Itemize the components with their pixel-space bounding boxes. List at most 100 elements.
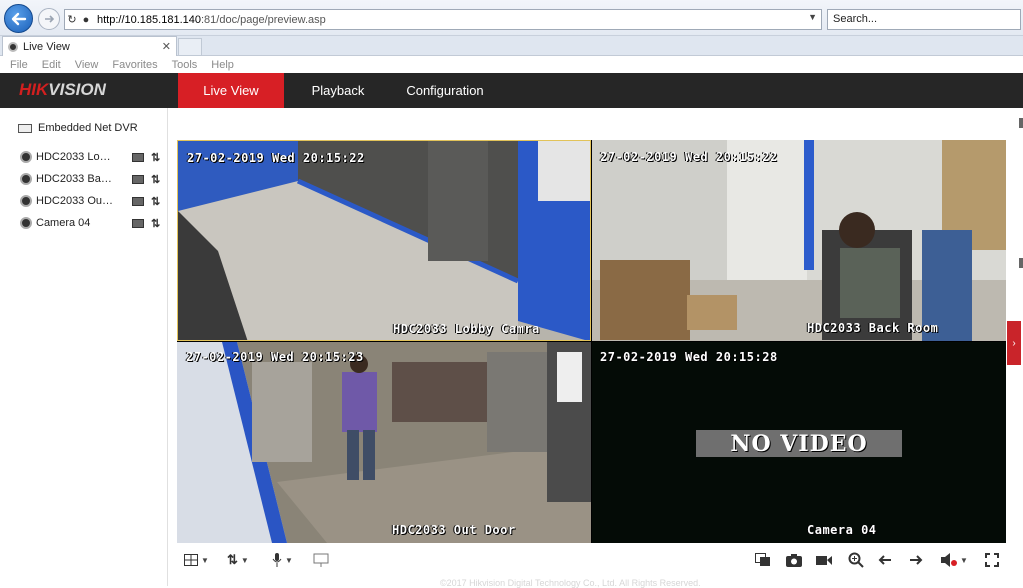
osd-timestamp: 27-02-2019 Wed 20:15:22: [187, 151, 365, 165]
video-tile-1[interactable]: 27-02-2019 Wed 20:15:22 HDC2033 Lobby Ca…: [177, 140, 591, 341]
camera-label: HDC2033 Lobby Camera: [36, 151, 114, 163]
stream-type-icon[interactable]: ⇅: [151, 217, 160, 230]
video-tile-4[interactable]: 27-02-2019 Wed 20:15:28 NO VIDEO Camera …: [592, 342, 1006, 543]
menu-view[interactable]: View: [75, 59, 99, 71]
stream-type-icon[interactable]: ⇅: [151, 151, 160, 164]
menu-favorites[interactable]: Favorites: [112, 59, 157, 71]
digital-zoom-button[interactable]: [848, 552, 864, 568]
start-live-icon[interactable]: [132, 174, 144, 184]
scroll-indicator: [1019, 118, 1023, 128]
next-page-button[interactable]: [909, 552, 923, 568]
tab-title: Live View: [23, 40, 70, 53]
snapshot-icon: [786, 554, 802, 567]
back-room-video-feed: [592, 140, 1006, 341]
menu-tools[interactable]: Tools: [172, 59, 198, 71]
url-host: http://10.185.181.140: [97, 13, 201, 26]
start-live-icon[interactable]: [132, 152, 144, 162]
stream-button[interactable]: ⇅ ▼: [227, 552, 249, 568]
previous-page-icon: [878, 555, 891, 565]
tab-live-view[interactable]: Live View ✕: [2, 36, 177, 56]
osd-timestamp: 27-02-2019 Wed 20:15:23: [186, 350, 364, 364]
new-tab-button[interactable]: [178, 38, 202, 56]
search-input[interactable]: Search...: [827, 9, 1021, 30]
snapshot-button[interactable]: [786, 552, 802, 568]
previous-page-button[interactable]: [878, 552, 892, 568]
record-icon: [816, 556, 832, 565]
dvr-icon: [18, 123, 32, 133]
page-favicon-icon: [8, 41, 18, 52]
osd-channel-name: HDC2033 Out Door: [392, 523, 516, 537]
osd-channel-name: HDC2033 Lobby Camra: [393, 322, 540, 336]
video-tile-3[interactable]: 27-02-2019 Wed 20:15:23 HDC2033 Out Door: [177, 342, 591, 543]
refresh-icon[interactable]: ↻: [65, 13, 79, 26]
out-door-video-feed: [177, 342, 591, 543]
ptz-panel-toggle[interactable]: ›: [1007, 321, 1021, 365]
record-button[interactable]: [816, 552, 832, 568]
microphone-icon: [272, 553, 282, 567]
close-tab-icon[interactable]: ✕: [162, 40, 171, 53]
start-live-icon[interactable]: [132, 196, 144, 206]
next-page-icon: [910, 555, 923, 565]
osd-timestamp: 27-02-2019 Wed 20:15:22: [600, 150, 778, 164]
camera-item-3[interactable]: HDC2033 Out Door ⇅: [20, 193, 168, 209]
chevron-down-icon: ▼: [201, 555, 209, 565]
live-view-toolbar: ▼ ⇅ ▼ ▼ ▼: [177, 545, 1006, 575]
menu-file[interactable]: File: [10, 59, 28, 71]
chevron-down-icon: ▼: [240, 555, 249, 565]
camera-icon: [20, 151, 32, 163]
tab-playback[interactable]: Playback: [295, 73, 381, 108]
back-button[interactable]: [4, 4, 33, 33]
lobby-video-feed: [178, 141, 590, 340]
browser-address-bar: ↻ ● http://10.185.181.140:81/doc/page/pr…: [0, 0, 1023, 36]
osd-timestamp: 27-02-2019 Wed 20:15:28: [600, 350, 778, 364]
url-text: http://10.185.181.140:81/doc/page/previe…: [97, 14, 326, 26]
camera-label: HDC2033 Back Room: [36, 173, 114, 185]
arrow-left-icon: [11, 12, 26, 25]
stream-icon: ⇅: [227, 552, 238, 567]
osd-channel-name: HDC2033 Back Room: [807, 321, 939, 335]
start-live-icon[interactable]: [132, 218, 144, 228]
url-path: :81/doc/page/preview.asp: [200, 13, 326, 26]
ptz-button[interactable]: [313, 552, 329, 568]
window-layout-button[interactable]: ▼: [184, 552, 209, 568]
tree-root-dvr[interactable]: Embedded Net DVR: [18, 122, 138, 134]
camera-item-1[interactable]: HDC2033 Lobby Camera ⇅: [20, 149, 168, 165]
arrow-right-icon: [45, 15, 55, 23]
chevron-down-icon: ▼: [960, 555, 968, 565]
window-layout-icon: [184, 554, 198, 566]
tree-root-label: Embedded Net DVR: [38, 122, 138, 134]
menu-help[interactable]: Help: [211, 59, 234, 71]
capture-all-button[interactable]: [755, 552, 771, 568]
url-input[interactable]: ↻ ● http://10.185.181.140:81/doc/page/pr…: [64, 9, 822, 30]
osd-channel-name: Camera 04: [807, 523, 877, 537]
app-header: HIKVISION Live View Playback Configurati…: [0, 73, 1023, 108]
camera-item-2[interactable]: HDC2033 Back Room ⇅: [20, 171, 168, 187]
tab-live-view-nav[interactable]: Live View: [178, 73, 284, 108]
scroll-indicator: [1019, 258, 1023, 268]
camera-item-4[interactable]: Camera 04 ⇅: [20, 215, 168, 231]
camera-icon: [20, 195, 32, 207]
volume-button[interactable]: ▼: [941, 552, 968, 568]
brand-logo: HIKVISION: [19, 80, 106, 99]
menu-edit[interactable]: Edit: [42, 59, 61, 71]
volume-icon: [941, 553, 957, 567]
fullscreen-icon: [985, 553, 999, 567]
ptz-icon: [313, 553, 329, 567]
live-view-grid: 27-02-2019 Wed 20:15:22 HDC2033 Lobby Ca…: [177, 140, 1006, 543]
site-icon: ●: [82, 13, 90, 26]
menu-bar: File Edit View Favorites Tools Help: [0, 56, 1023, 73]
camera-icon: [20, 173, 32, 185]
forward-button[interactable]: [38, 8, 60, 30]
fullscreen-button[interactable]: [985, 552, 999, 568]
video-tile-2[interactable]: 27-02-2019 Wed 20:15:22 HDC2033 Back Roo…: [592, 140, 1006, 341]
camera-icon: [20, 217, 32, 229]
tab-configuration[interactable]: Configuration: [392, 73, 498, 108]
url-dropdown-icon[interactable]: ▼: [808, 12, 817, 22]
zoom-icon: [848, 552, 864, 568]
copyright-footer: ©2017 Hikvision Digital Technology Co., …: [440, 578, 701, 588]
stream-type-icon[interactable]: ⇅: [151, 173, 160, 186]
no-video-indicator: NO VIDEO: [696, 430, 902, 457]
stream-type-icon[interactable]: ⇅: [151, 195, 160, 208]
audio-button[interactable]: ▼: [272, 552, 293, 568]
chevron-down-icon: ▼: [285, 555, 293, 565]
